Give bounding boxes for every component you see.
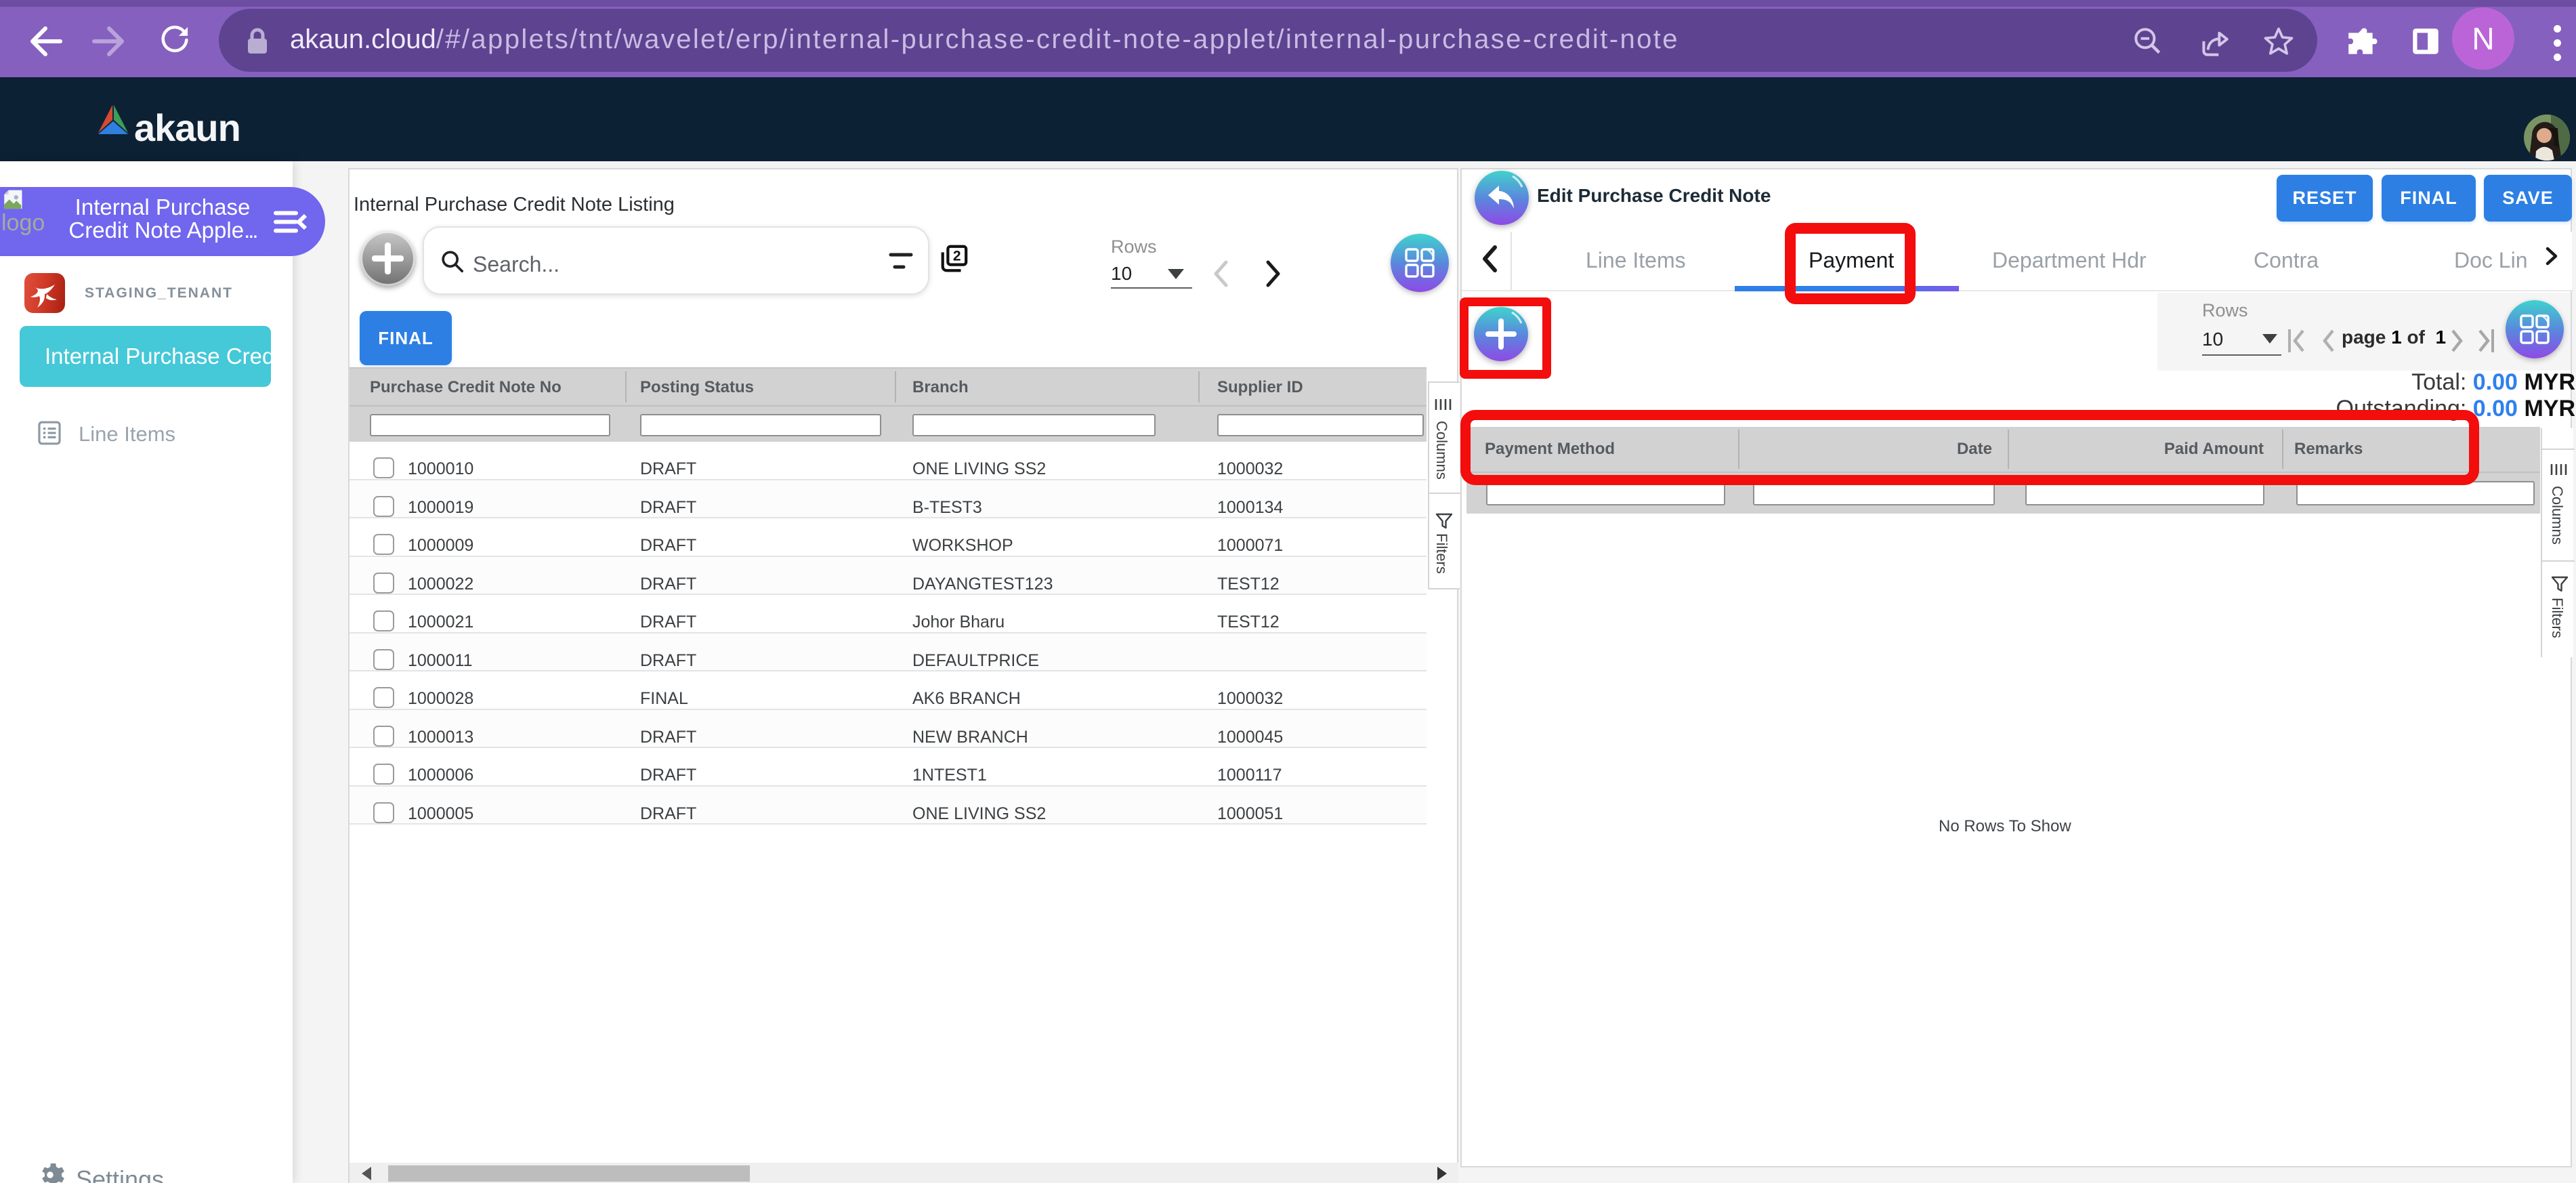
svg-text:2: 2	[953, 249, 961, 264]
